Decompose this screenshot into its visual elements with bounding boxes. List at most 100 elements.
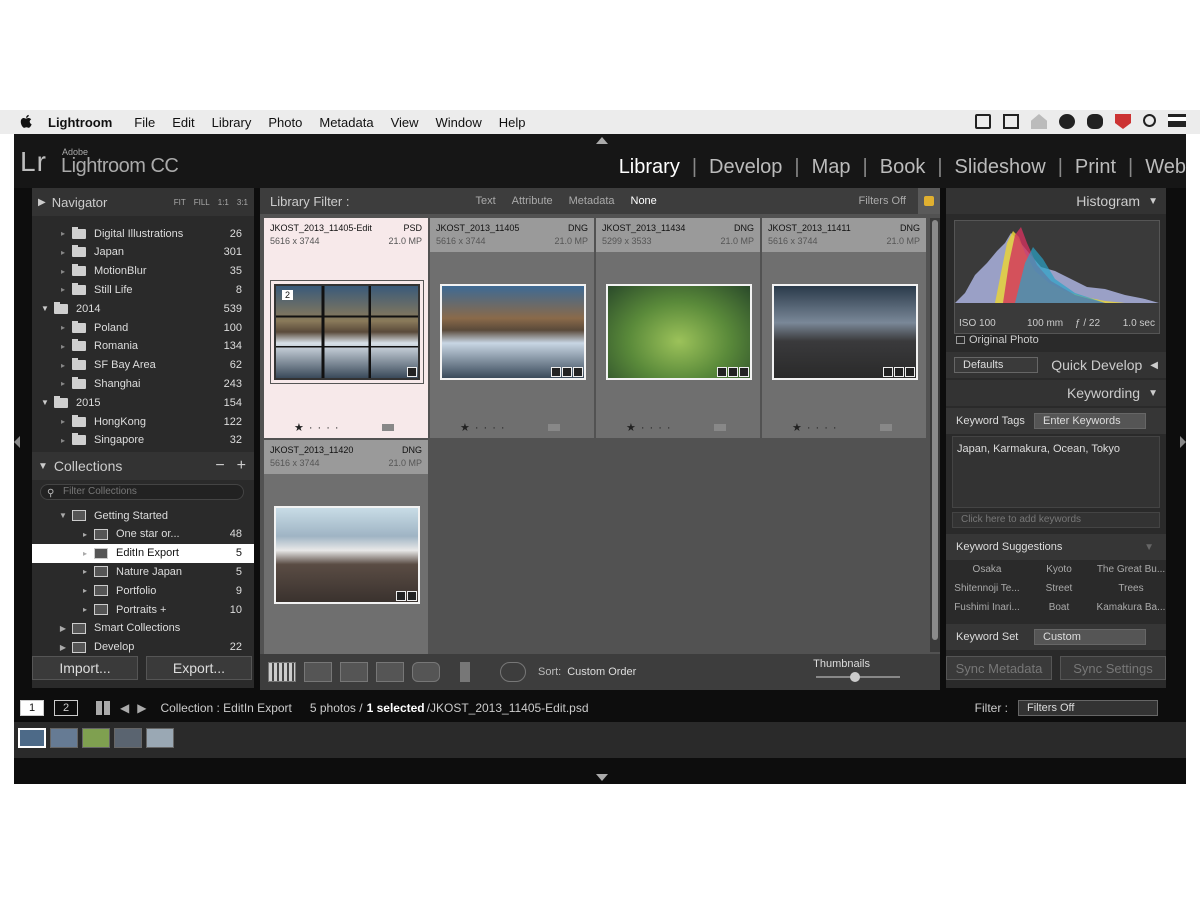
creative-cloud-icon[interactable] [1059,114,1075,129]
quick-develop-header[interactable]: Defaults Quick Develop ◀ [946,352,1166,378]
nav-fill[interactable]: FILL [194,198,210,207]
selected-file[interactable]: /JKOST_2013_11405-Edit.psd [427,701,589,715]
color-label-icon[interactable] [548,424,560,431]
menu-file[interactable]: File [134,115,155,130]
slider-knob[interactable] [850,672,860,682]
keyword-suggestions-header[interactable]: Keyword Suggestions ▼ [946,534,1166,560]
folder-disclosure-icon[interactable]: ▸ [54,379,72,388]
photo-thumbnail[interactable] [772,284,918,380]
folder-row[interactable]: ▸ Shanghai 243 [54,374,254,393]
filter-collections-input[interactable]: ⚲ Filter Collections [40,484,244,500]
photo-cell[interactable]: JKOST_2013_11434 DNG 5299 x 3533 21.0 MP ★··… [596,218,760,438]
filter-text[interactable]: Text [475,195,495,207]
photo-cell[interactable]: JKOST_2013_11411 DNG 5616 x 3744 21.0 MP ★··… [762,218,926,438]
collection-disclosure-icon[interactable]: ▸ [76,586,94,595]
keyword-suggestion[interactable]: Street [1024,583,1094,594]
filmstrip-thumbnail[interactable] [50,728,78,748]
keyword-set-dropdown[interactable]: Custom [1034,629,1146,645]
second-window-button[interactable]: 2 [54,700,78,716]
keyword-suggestion[interactable]: Trees [1096,583,1166,594]
notification-center-icon[interactable] [1168,114,1186,127]
photo-badge-icon[interactable] [573,367,583,377]
photo-thumbnail[interactable] [606,284,752,380]
filter-attribute[interactable]: Attribute [512,195,553,207]
remove-collection-icon[interactable]: − [215,457,224,475]
collections-header[interactable]: ▼ Collections − + [32,452,254,480]
star-rating[interactable]: ★···· [460,421,510,434]
filters-off-dropdown[interactable]: Filters Off [859,195,906,207]
evernote-icon[interactable] [1087,114,1103,129]
photo-badge-icon[interactable] [894,367,904,377]
photo-badge-icon[interactable] [407,367,417,377]
photo-badge-icon[interactable] [551,367,561,377]
right-panel-toggle-icon[interactable] [1180,436,1186,448]
collection-disclosure-icon[interactable]: ▼ [54,511,72,520]
compare-view-icon[interactable] [340,662,368,682]
folder-row[interactable]: ▼ 2014 539 [36,299,254,318]
folder-row[interactable]: ▼ 2015 154 [36,393,254,412]
add-keywords-input[interactable]: Click here to add keywords [952,512,1160,528]
folder-disclosure-icon[interactable]: ▸ [54,229,72,238]
nav-3-1[interactable]: 3:1 [237,198,248,207]
loupe-view-icon[interactable] [304,662,332,682]
keywording-header[interactable]: Keywording ▼ [946,380,1166,406]
star-rating[interactable]: ★···· [294,421,344,434]
collection-row[interactable]: ▸ One star or... 48 [32,525,254,544]
keyword-suggestion[interactable]: Osaka [952,564,1022,575]
spray-can-icon[interactable] [460,662,470,682]
back-arrow-icon[interactable]: ◀ [120,701,129,715]
module-develop[interactable]: Develop [697,156,794,179]
collection-row[interactable]: ▶ Smart Collections [32,619,254,638]
module-web[interactable]: Web [1133,156,1186,179]
original-photo-checkbox[interactable]: Original Photo [956,334,1039,346]
photo-badge-icon[interactable] [905,367,915,377]
display-icon[interactable] [1003,114,1019,129]
folder-disclosure-icon[interactable]: ▸ [54,323,72,332]
menu-photo[interactable]: Photo [268,115,302,130]
color-label-icon[interactable] [382,424,394,431]
collection-disclosure-icon[interactable]: ▸ [76,605,94,614]
photo-badge-icon[interactable] [883,367,893,377]
menu-help[interactable]: Help [499,115,526,130]
grid-icon[interactable] [96,701,110,715]
folder-row[interactable]: ▸ Romania 134 [54,337,254,356]
folder-row[interactable]: ▸ SF Bay Area 62 [54,356,254,375]
photo-badge-icon[interactable] [728,367,738,377]
sync-metadata-button[interactable]: Sync Metadata [946,656,1052,680]
photo-badge-icon[interactable] [396,591,406,601]
home-icon[interactable] [1031,114,1047,129]
menu-view[interactable]: View [391,115,419,130]
keyword-suggestion[interactable]: Boat [1024,602,1094,613]
keyword-suggestion[interactable]: The Great Bu... [1096,564,1166,575]
keywords-textarea[interactable]: Japan, Karmakura, Ocean, Tokyo [952,436,1160,508]
menu-metadata[interactable]: Metadata [319,115,373,130]
filmstrip-thumbnail[interactable] [114,728,142,748]
histogram-header[interactable]: Histogram ▼ [946,188,1166,214]
photo-badge-icon[interactable] [407,591,417,601]
folder-row[interactable]: ▸ Singapore 32 [54,431,254,450]
folder-disclosure-icon[interactable]: ▼ [36,304,54,313]
filmstrip-filter-dropdown[interactable]: Filters Off [1018,700,1158,716]
collection-disclosure-icon[interactable]: ▸ [76,530,94,539]
folder-row[interactable]: ▸ Poland 100 [54,318,254,337]
collection-row[interactable]: ▸ Portraits + 10 [32,600,254,619]
left-panel-toggle-icon[interactable] [14,436,20,448]
photo-cell[interactable]: JKOST_2013_11405-Edit PSD 5616 x 3744 21.0 … [264,218,428,438]
collection-path[interactable]: Collection : EditIn Export [160,701,291,715]
star-rating[interactable]: ★···· [626,421,676,434]
photo-badge-icon[interactable] [717,367,727,377]
navigator-header[interactable]: ▶ Navigator FIT FILL 1:1 3:1 [32,188,254,216]
grid-view-icon[interactable] [268,662,296,682]
people-view-icon[interactable] [412,662,440,682]
collection-disclosure-icon[interactable]: ▶ [54,643,72,652]
grid-scrollbar[interactable] [930,218,940,652]
filmstrip-thumbnail[interactable] [18,728,46,748]
thumbnail-size-slider[interactable] [816,672,900,682]
color-label-icon[interactable] [714,424,726,431]
sort-order-dropdown[interactable]: Custom Order [567,666,636,678]
collection-row[interactable]: ▼ Getting Started [32,506,254,525]
color-label-icon[interactable] [880,424,892,431]
spotlight-search-icon[interactable] [1143,114,1156,127]
folder-row[interactable]: ▸ Still Life 8 [54,280,254,299]
import-button[interactable]: Import... [32,656,138,680]
